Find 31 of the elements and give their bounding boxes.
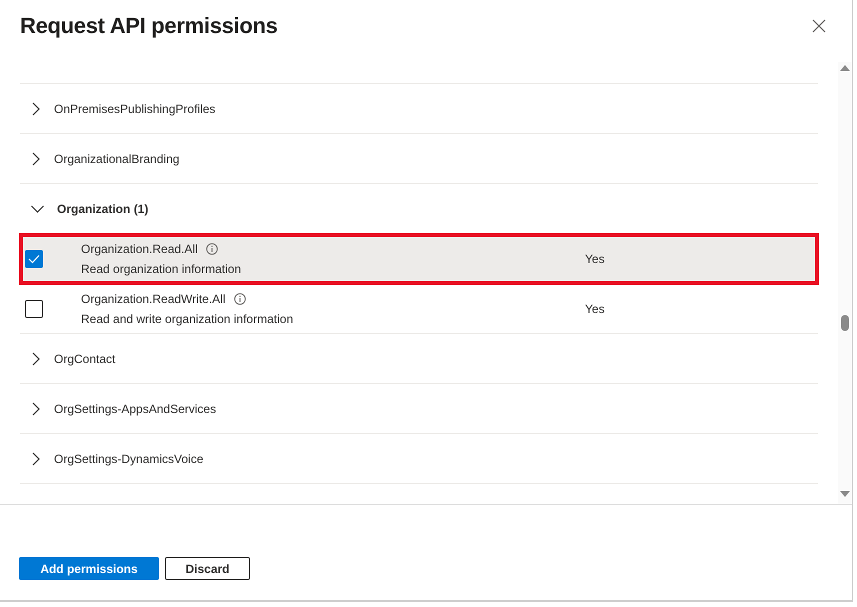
group-name[interactable]: OrganizationalBranding xyxy=(54,152,180,166)
group-name[interactable]: OnPremisesPublishingProfiles xyxy=(54,102,216,116)
checkmark-icon xyxy=(28,254,40,264)
add-permissions-button[interactable]: Add permissions xyxy=(19,557,159,580)
permission-description: Read and write organization information xyxy=(81,312,294,326)
permission-name: Organization.ReadWrite.All xyxy=(81,292,226,306)
group-name[interactable]: OrgContact xyxy=(54,352,116,366)
info-icon[interactable] xyxy=(206,243,218,255)
admin-consent-value: Yes xyxy=(585,252,605,266)
discard-button[interactable]: Discard xyxy=(165,557,250,580)
chevron-right-icon[interactable] xyxy=(30,152,42,166)
permission-row[interactable]: Organization.Read.All Read organization information Yes xyxy=(20,234,818,284)
dialog-title: Request API permissions xyxy=(20,13,278,39)
chevron-right-icon[interactable] xyxy=(30,452,42,466)
permission-name: Organization.Read.All xyxy=(81,242,198,256)
group-name[interactable]: Organization (1) xyxy=(57,202,148,216)
scroll-down-icon[interactable] xyxy=(840,491,850,498)
scrollbar-thumb[interactable] xyxy=(841,315,849,331)
close-icon[interactable] xyxy=(812,19,826,33)
permission-description: Read organization information xyxy=(81,262,242,276)
chevron-right-icon[interactable] xyxy=(30,352,42,366)
chevron-right-icon[interactable] xyxy=(30,102,42,116)
checkbox[interactable] xyxy=(25,250,43,268)
checkbox[interactable] xyxy=(25,300,43,318)
chevron-right-icon[interactable] xyxy=(30,402,42,416)
group-name[interactable]: OrgSettings-DynamicsVoice xyxy=(54,452,204,466)
info-icon[interactable] xyxy=(234,292,246,304)
permission-row[interactable]: Organization.ReadWrite.All Read and write organization information Yes xyxy=(20,284,818,334)
scroll-up-icon[interactable] xyxy=(840,64,850,71)
admin-consent-value: Yes xyxy=(585,302,605,316)
group-name[interactable]: OrgSettings-AppsAndServices xyxy=(54,402,216,416)
